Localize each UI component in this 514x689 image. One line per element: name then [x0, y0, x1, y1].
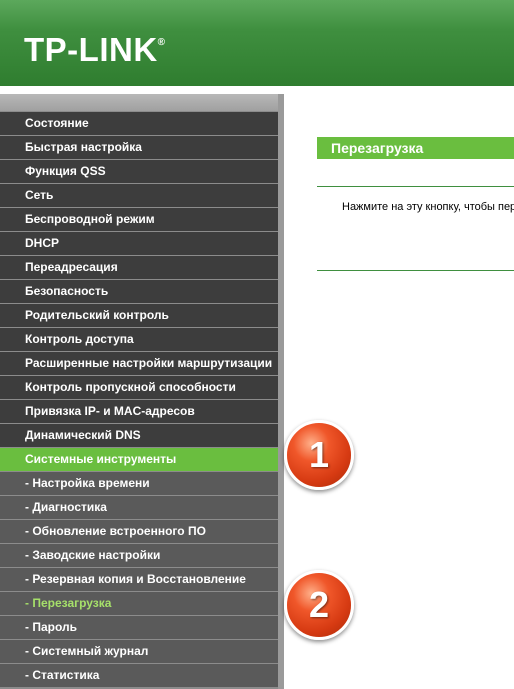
menu-item-14[interactable]: Системные инструменты [0, 448, 278, 471]
submenu-item-19[interactable]: - Резервная копия и Восстановление [0, 568, 278, 591]
submenu-item-21[interactable]: - Пароль [0, 616, 278, 639]
menu-item-8[interactable]: Родительский контроль [0, 304, 278, 327]
sidebar: Состояние Быстрая настройка Функция QSS Сет… [0, 94, 284, 689]
brand-name: TP-LINK [24, 31, 158, 68]
menu-item-5[interactable]: DHCP [0, 232, 278, 255]
submenu-item-20[interactable]: - Перезагрузка [0, 592, 278, 615]
submenu-item-17[interactable]: - Обновление встроенного ПО [0, 520, 278, 543]
submenu-item-18[interactable]: - Заводские настройки [0, 544, 278, 567]
divider-bottom [317, 270, 514, 271]
menu-item-3[interactable]: Сеть [0, 184, 278, 207]
menu-item-0[interactable]: Состояние [0, 112, 278, 135]
annotation-marker-1: 1 [284, 420, 354, 490]
menu-item-9[interactable]: Контроль доступа [0, 328, 278, 351]
annotation-marker-2: 2 [284, 570, 354, 640]
menu-item-10[interactable]: Расширенные настройки маршрутизации [0, 352, 278, 375]
reboot-description: Нажмите на эту кнопку, чтобы перезагрузи… [342, 201, 514, 213]
menu-item-6[interactable]: Переадресация [0, 256, 278, 279]
sidebar-menu: Состояние Быстрая настройка Функция QSS Сет… [0, 112, 278, 688]
page-title: Перезагрузка [317, 137, 514, 159]
trademark-symbol: ® [157, 37, 166, 48]
sidebar-top-strip [0, 94, 284, 111]
menu-item-11[interactable]: Контроль пропускной способности [0, 376, 278, 399]
menu-item-12[interactable]: Привязка IP- и MAC-адресов [0, 400, 278, 423]
header-separator [0, 86, 514, 94]
tp-link-logo: TP-LINK® [24, 31, 166, 69]
menu-item-1[interactable]: Быстрая настройка [0, 136, 278, 159]
menu-item-7[interactable]: Безопасность [0, 280, 278, 303]
header-banner: TP-LINK® [0, 0, 514, 86]
menu-item-13[interactable]: Динамический DNS [0, 424, 278, 447]
submenu-item-22[interactable]: - Системный журнал [0, 640, 278, 663]
menu-item-4[interactable]: Беспроводной режим [0, 208, 278, 231]
submenu-item-16[interactable]: - Диагностика [0, 496, 278, 519]
menu-item-2[interactable]: Функция QSS [0, 160, 278, 183]
divider-top [317, 186, 514, 187]
submenu-item-23[interactable]: - Статистика [0, 664, 278, 687]
submenu-item-15[interactable]: - Настройка времени [0, 472, 278, 495]
